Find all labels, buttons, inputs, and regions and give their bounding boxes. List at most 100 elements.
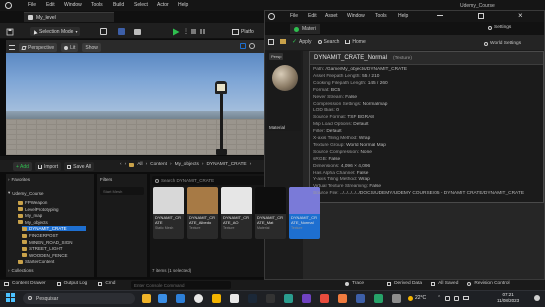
battery-icon[interactable]	[463, 296, 470, 300]
asset-tile[interactable]: DYNAMIT_CRATE_Albedo Texture	[187, 187, 218, 239]
project-header[interactable]: ▾ Udemy_Course	[8, 190, 44, 196]
taskbar-search[interactable]: Pesquisar	[23, 293, 135, 304]
menu-help[interactable]: Help	[178, 2, 188, 8]
hamburger-icon[interactable]	[9, 45, 15, 50]
taskbar-app-icon[interactable]	[338, 294, 347, 303]
play-options-button[interactable]: ⋮	[183, 27, 189, 36]
folder-tree-item[interactable]: STREET_LIGHT	[22, 246, 63, 251]
taskbar-app-icon[interactable]	[320, 294, 329, 303]
forward-arrow-icon[interactable]: ›	[125, 162, 127, 167]
create-actor-button[interactable]	[100, 27, 107, 36]
close-icon[interactable]: ×	[518, 11, 523, 20]
trace-button[interactable]: Trace	[352, 281, 364, 286]
minimize-icon[interactable]	[437, 15, 443, 16]
taskbar-app-icon[interactable]	[374, 294, 383, 303]
level-viewport[interactable]	[6, 53, 270, 155]
mail-icon[interactable]	[176, 294, 185, 303]
all-saved-button[interactable]: All Saved	[438, 281, 458, 286]
derived-data-button[interactable]: Derived Data	[394, 281, 422, 286]
favorites-header[interactable]: › Favorites	[8, 177, 30, 182]
save-icon[interactable]	[268, 38, 274, 45]
world-settings-tab[interactable]: World Settings	[484, 41, 521, 46]
save-current-icon[interactable]	[6, 27, 14, 36]
filters-header[interactable]: Filters	[100, 177, 112, 182]
tab-level[interactable]: My_level	[24, 12, 114, 22]
task-view-icon[interactable]	[158, 294, 167, 303]
perspective-button[interactable]: Perspective	[19, 43, 58, 52]
menu-select[interactable]: Select	[134, 2, 148, 8]
search-button[interactable]: Search	[317, 39, 339, 45]
chrome-icon[interactable]	[194, 294, 203, 303]
store-icon[interactable]	[230, 294, 239, 303]
menu-window[interactable]: Window	[64, 2, 82, 8]
revision-control-button[interactable]: Revision Control	[474, 281, 509, 286]
folder-browse-icon[interactable]	[280, 39, 286, 44]
folder-tree-item[interactable]: LevelPrototyping	[18, 207, 59, 212]
taskbar-app-icon[interactable]	[284, 294, 293, 303]
speaker-icon[interactable]	[454, 295, 460, 301]
show-button[interactable]: Show	[82, 43, 101, 52]
chevron-up-icon[interactable]: ⌃	[437, 295, 441, 301]
mat-menu-file[interactable]: File	[290, 13, 298, 19]
windows-start-icon[interactable]	[6, 293, 16, 303]
cmd-button[interactable]: Cmd	[105, 281, 115, 286]
translate-icon[interactable]	[240, 43, 246, 49]
folder-tree-item[interactable]: DYNAMIT_CRATE	[22, 226, 86, 232]
material-preview[interactable]: Persp Material	[267, 51, 301, 131]
folder-tree-item[interactable]: FPWeapon	[18, 200, 47, 205]
mat-menu-edit[interactable]: Edit	[308, 13, 317, 19]
menu-actor[interactable]: Actor	[157, 2, 169, 8]
mat-menu-asset[interactable]: Asset	[325, 13, 338, 19]
taskbar-app-icon[interactable]	[302, 294, 311, 303]
asset-tile[interactable]: DYNAMIT_CRATE_AO Texture	[221, 187, 252, 239]
add-button[interactable]: + Add	[13, 162, 32, 171]
rotate-icon[interactable]	[249, 43, 255, 49]
lit-button[interactable]: Lit	[61, 43, 79, 52]
mat-menu-help[interactable]: Help	[398, 13, 408, 19]
weather-widget[interactable]: 22°C	[408, 295, 426, 301]
back-arrow-icon[interactable]: ‹	[120, 162, 122, 167]
menu-build[interactable]: Build	[113, 2, 124, 8]
breadcrumb-my-objects[interactable]: My_objects	[175, 162, 199, 167]
blueprint-button[interactable]	[118, 27, 125, 36]
file-explorer-icon[interactable]	[212, 294, 221, 303]
notifications-icon[interactable]	[534, 295, 540, 301]
filter-search-input[interactable]: Start Mesh	[100, 187, 144, 195]
selection-mode-button[interactable]: Selection Mode ▾	[30, 27, 81, 36]
mat-settings-button[interactable]: Settings	[488, 25, 511, 30]
steam-icon[interactable]	[248, 294, 257, 303]
network-icon[interactable]	[445, 295, 451, 301]
apply-button[interactable]: ✓ Apply	[292, 38, 312, 46]
breadcrumb-content[interactable]: Content	[150, 162, 167, 167]
folder-tree-item[interactable]: WOODEN_FENCE	[22, 253, 68, 258]
folder-tree-item[interactable]: FINGERPOST	[22, 233, 58, 238]
breadcrumb-all[interactable]: All	[137, 162, 142, 167]
home-button[interactable]: Home	[345, 39, 366, 45]
collections-header[interactable]: › Collections	[8, 268, 34, 273]
mat-menu-window[interactable]: Window	[347, 13, 365, 19]
folder-tree-item[interactable]: MINEN_ROAD_SIGN	[22, 240, 73, 245]
clock[interactable]: 07:21 11/08/2023	[497, 292, 519, 303]
mat-menu-tools[interactable]: Tools	[375, 13, 387, 19]
play-button[interactable]	[172, 27, 180, 36]
menu-tools[interactable]: Tools	[91, 2, 103, 8]
skip-button[interactable]	[200, 27, 205, 36]
maximize-icon[interactable]	[478, 13, 484, 19]
street-lamp-post[interactable]	[220, 85, 223, 155]
folder-tree-item[interactable]: My_objects	[18, 220, 48, 225]
material-tab[interactable]: Materi	[290, 24, 320, 34]
unreal-logo-icon[interactable]	[5, 2, 12, 9]
content-drawer-button[interactable]: Content Drawer	[12, 281, 46, 286]
save-all-button[interactable]: Save All	[64, 162, 95, 171]
folder-tree-item[interactable]: StarterContent	[18, 259, 54, 264]
taskbar-app-icon[interactable]	[356, 294, 365, 303]
taskbar-app-icon[interactable]	[392, 294, 401, 303]
asset-tile[interactable]: DYNAMIT_CRATE_Mat Material	[255, 187, 286, 239]
platforms-button[interactable]: Platfo	[232, 27, 254, 36]
cinematics-button[interactable]	[134, 27, 141, 36]
menu-edit[interactable]: Edit	[46, 2, 55, 8]
console-input[interactable]: Enter Console Command	[131, 281, 231, 289]
folder-tree-item[interactable]: My_map	[18, 213, 42, 218]
output-log-button[interactable]: Output Log	[64, 281, 88, 286]
import-button[interactable]: Import	[34, 162, 62, 171]
